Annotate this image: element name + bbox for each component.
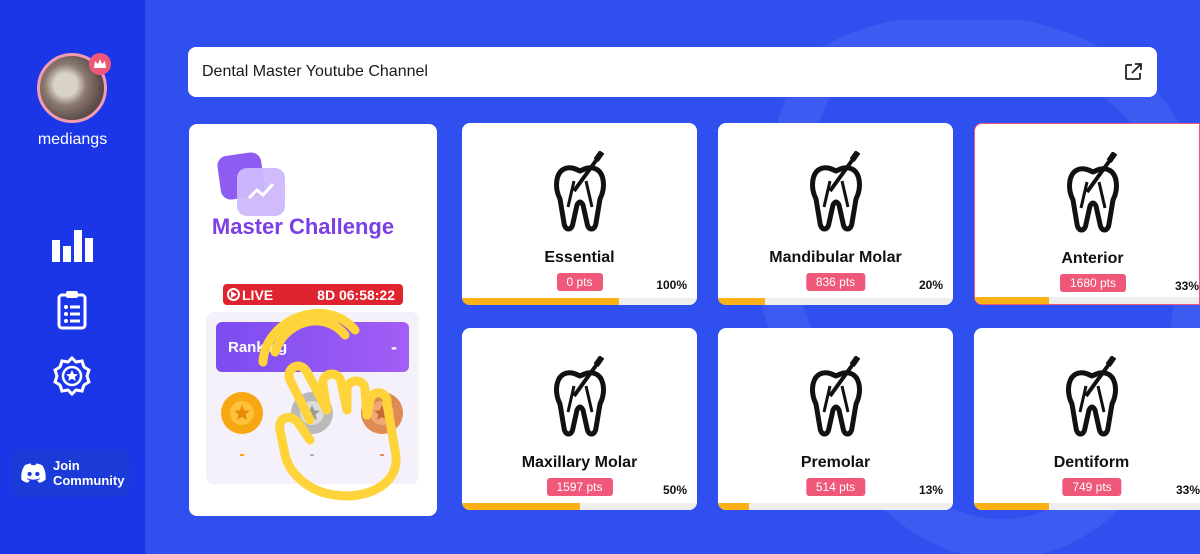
ranking-label: Ranking [228,338,288,356]
user-avatar-wrap[interactable] [37,53,111,123]
progress-percent: 20% [918,278,943,292]
crown-icon [89,53,111,75]
course-card[interactable]: Essential 0 pts 100% [462,123,697,305]
live-label: LIVE [242,286,274,303]
tooth-icon [1067,152,1119,233]
silver-medal-icon [291,392,333,434]
points-badge: 749 pts [1062,478,1122,496]
progress-bar [718,503,953,510]
silver-value: - [309,446,315,463]
badge-settings-icon[interactable] [47,356,97,396]
discord-icon [21,463,46,483]
sidebar: mediangs Join Community [0,0,145,554]
progress-percent: 33% [1174,279,1199,293]
tooth-icon [809,151,862,232]
course-title: Anterior [1061,250,1124,267]
username: mediangs [37,131,108,148]
course-card[interactable]: Mandibular Molar 836 pts 20% [718,123,953,305]
course-title: Premolar [800,454,871,471]
challenge-title: Master Challenge [211,214,395,239]
progress-percent: 13% [918,483,943,497]
tooth-icon [553,151,606,232]
course-card[interactable]: Anterior 1680 pts 33% [974,123,1200,305]
join-community-button[interactable]: Join Community [12,449,130,497]
course-title: Mandibular Molar [769,249,902,266]
live-indicator: LIVE 8D 06:58:22 [223,284,403,305]
external-link-icon[interactable] [1123,62,1143,82]
progress-bar [975,297,1199,304]
points-badge: 0 pts [556,273,603,291]
course-card[interactable]: Premolar 514 pts 13% [718,328,953,510]
master-challenge-card[interactable]: Master Challenge LIVE 8D 06:58:22 Rankin… [189,124,437,516]
course-card[interactable]: Dentiform 749 pts 33% [974,328,1200,510]
course-card[interactable]: Maxillary Molar 1597 pts 50% [462,328,697,510]
points-badge: 1680 pts [1059,274,1127,292]
link-text: Dental Master Youtube Channel [202,63,428,80]
clipboard-list-icon[interactable] [47,290,97,330]
progress-percent: 50% [662,483,687,497]
bronze-medal-icon [361,392,403,434]
progress-bar [718,298,953,305]
progress-bar [462,503,697,510]
gold-value: - [239,446,245,463]
tooth-icon [1066,356,1118,437]
bronze-value: - [379,446,385,463]
bar-chart-icon[interactable] [47,225,97,265]
progress-bar [462,298,697,305]
youtube-channel-link[interactable]: Dental Master Youtube Channel [188,47,1157,97]
course-title: Maxillary Molar [521,454,638,471]
points-badge: 836 pts [805,273,866,291]
ranking-button[interactable]: Ranking - [216,322,409,372]
progress-bar [974,503,1200,510]
progress-percent: 33% [1175,483,1200,497]
play-icon [227,288,240,301]
ranking-value: - [391,336,397,357]
gold-medal-icon [221,392,263,434]
challenge-logo-icon [217,152,285,216]
tooth-icon [809,356,862,437]
points-badge: 514 pts [805,478,866,496]
progress-percent: 100% [656,278,687,292]
tooth-icon [553,356,606,437]
course-title: Essential [544,249,615,266]
course-title: Dentiform [1053,454,1130,471]
join-community-label: Join Community [52,458,125,488]
ranking-panel: Ranking - - - - [206,312,419,484]
points-badge: 1597 pts [546,478,613,496]
countdown-timer: 8D 06:58:22 [317,286,395,303]
